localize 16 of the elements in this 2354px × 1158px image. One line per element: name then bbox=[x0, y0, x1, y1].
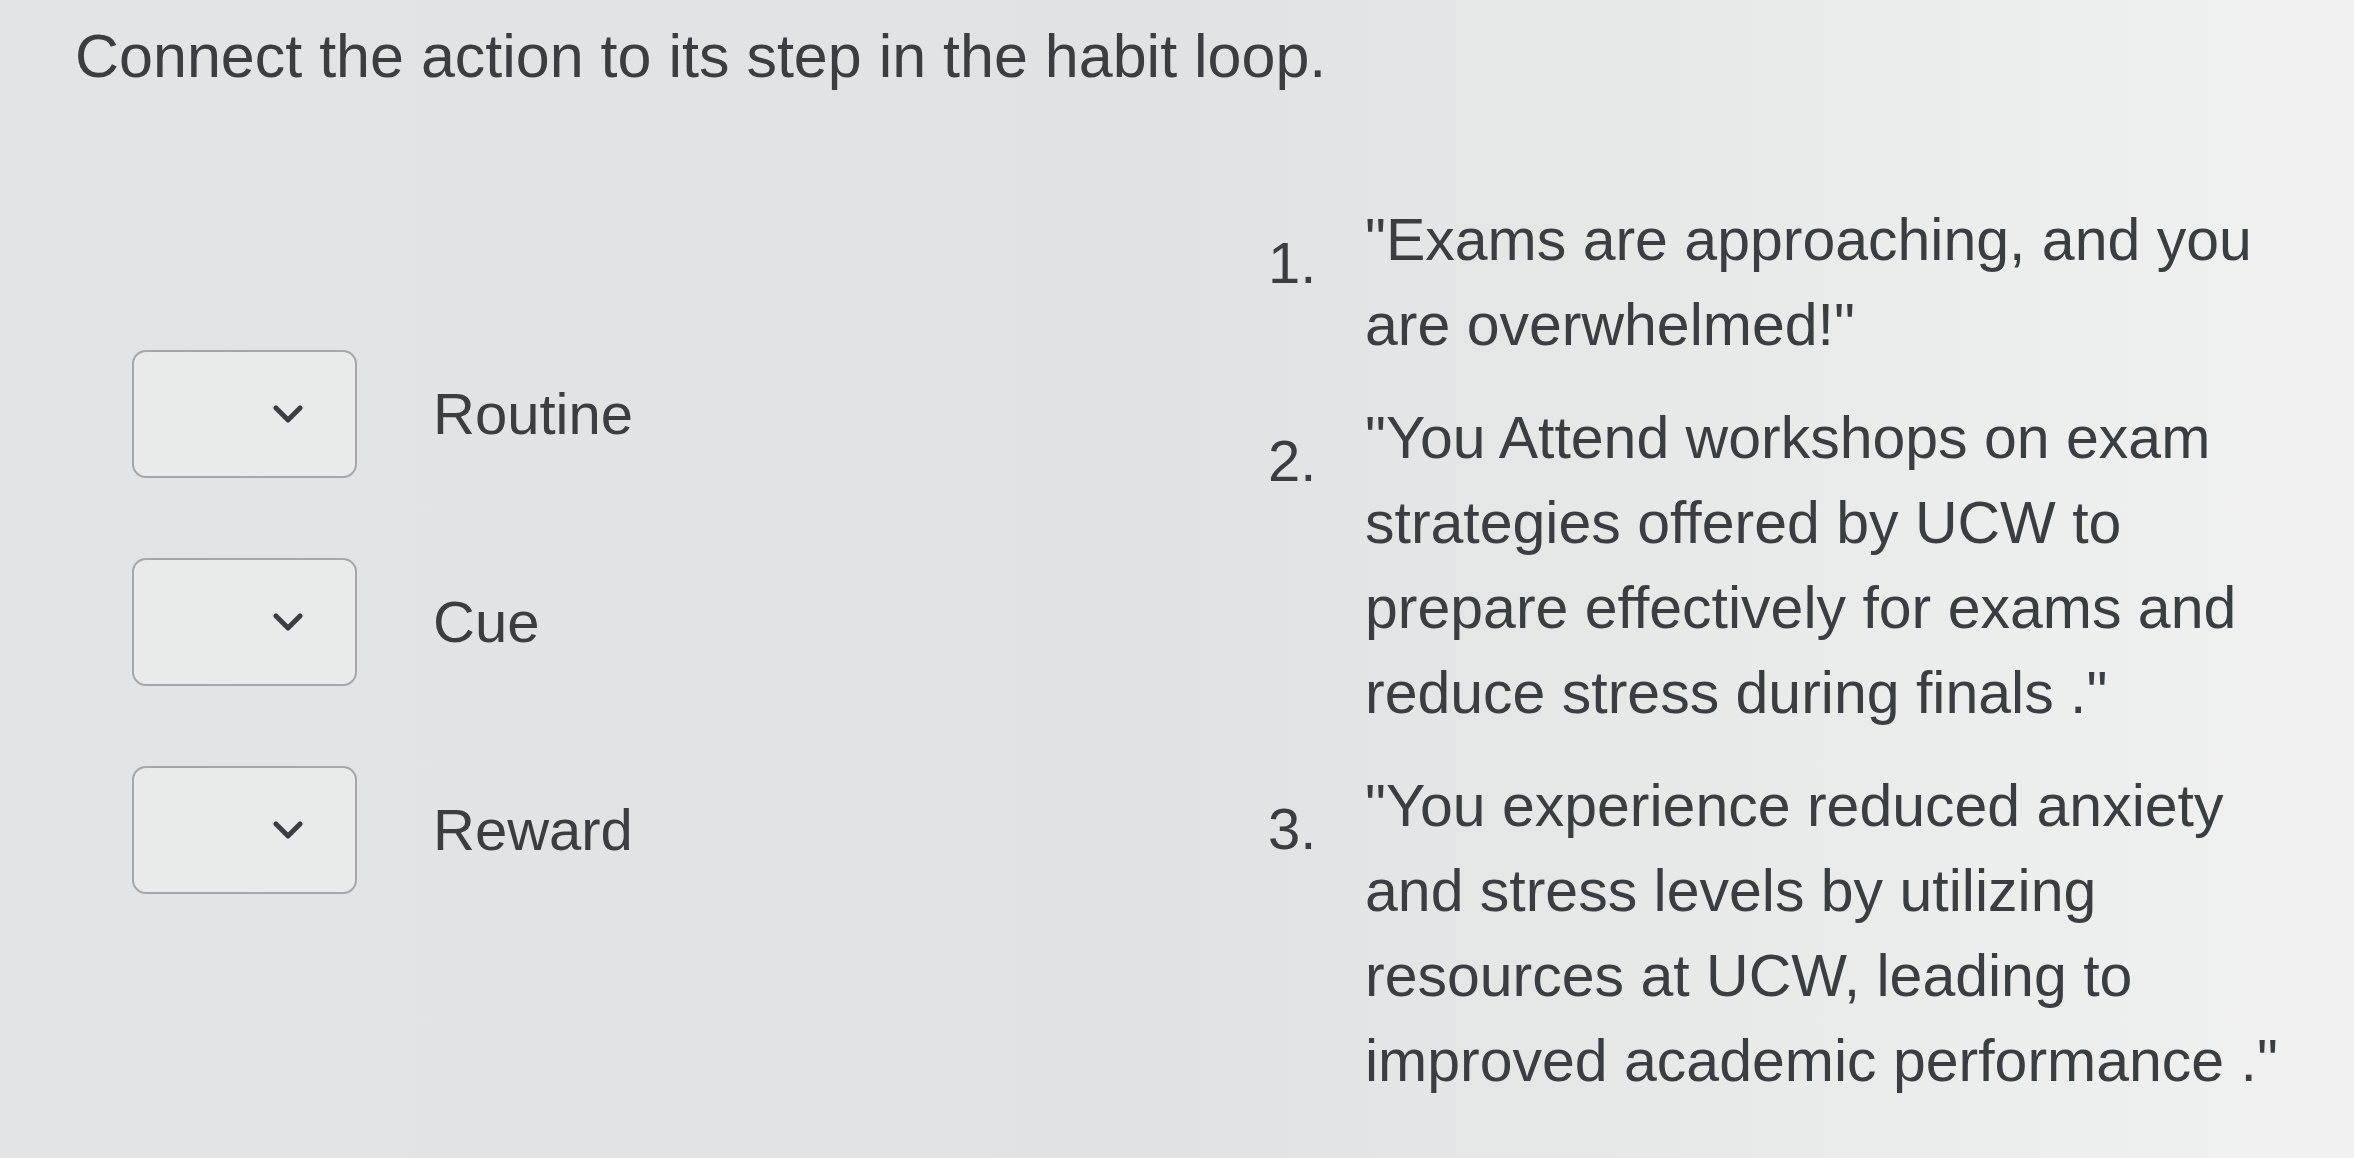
step-label: Reward bbox=[433, 796, 633, 864]
dropdown-field[interactable] bbox=[132, 766, 357, 894]
list-number: 3. bbox=[1268, 795, 1318, 863]
instruction-heading: Connect the action to its step in the habit loop. bbox=[75, 21, 1327, 92]
step-label: Cue bbox=[433, 588, 540, 656]
action-text: "You experience reduced anxiety and stress levels by utilizing resources at UCW, leading to improved academic performance ." bbox=[1365, 772, 2279, 1096]
chevron-down-icon bbox=[273, 613, 303, 631]
dropdown-field[interactable] bbox=[132, 350, 357, 478]
action-text: "Exams are approaching, and you are overwhelmed!" bbox=[1365, 206, 2253, 360]
dropdown-field[interactable] bbox=[132, 558, 357, 686]
chevron-down-icon bbox=[273, 405, 303, 423]
list-number: 1. bbox=[1268, 229, 1318, 297]
step-label: Routine bbox=[433, 380, 633, 448]
action-text: "You Attend workshops on exam strategies offered by UCW to prepare effectively for exams and reduce stress during finals ." bbox=[1365, 404, 2238, 728]
list-number: 2. bbox=[1268, 427, 1318, 495]
chevron-down-icon bbox=[273, 821, 303, 839]
